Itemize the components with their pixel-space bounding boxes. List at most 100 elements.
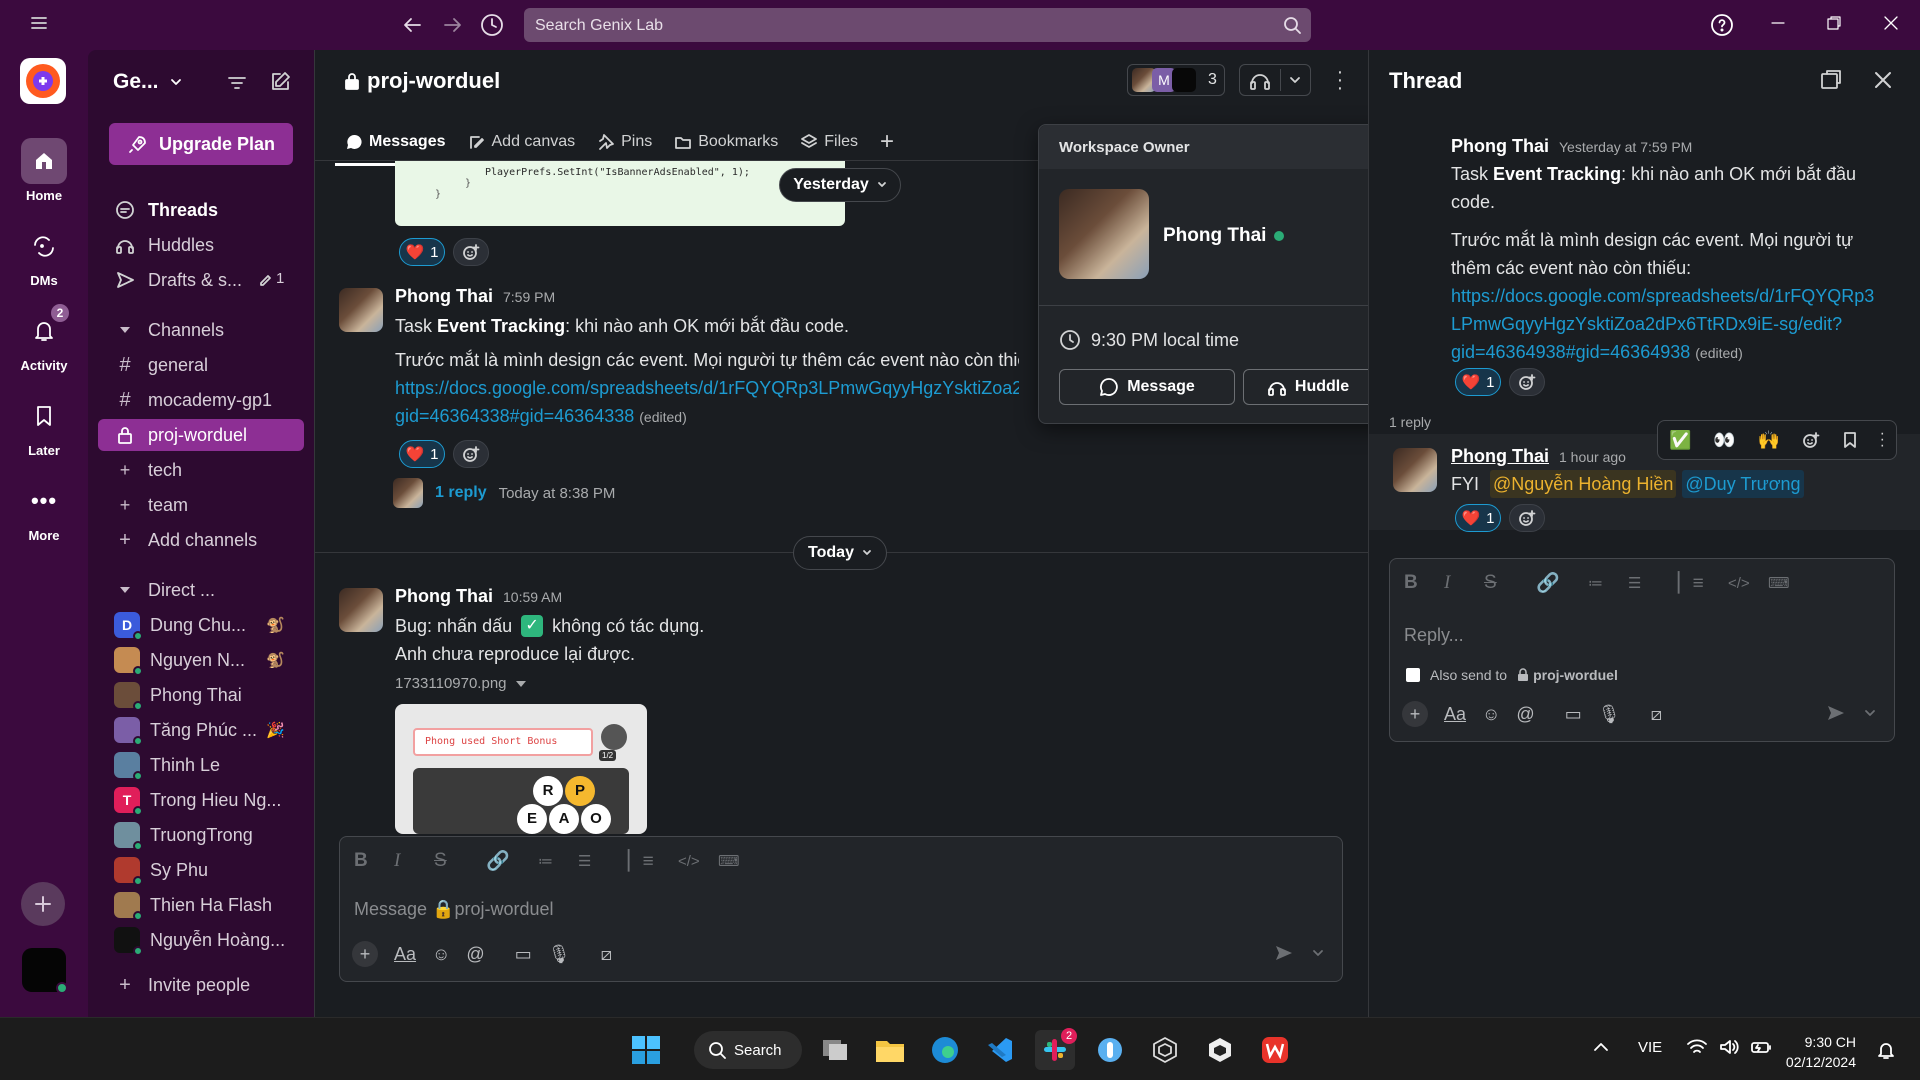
- emoji-add-icon[interactable]: [1802, 431, 1820, 449]
- mention-icon[interactable]: @: [466, 944, 484, 965]
- blockquote-icon[interactable]: ▏≡: [628, 850, 678, 873]
- bullet-list-icon[interactable]: ☰: [1628, 574, 1678, 592]
- text-format-icon[interactable]: Aa: [394, 944, 416, 965]
- help-icon[interactable]: [1710, 13, 1734, 37]
- italic-icon[interactable]: I: [1444, 572, 1484, 594]
- send-icon[interactable]: [1274, 943, 1294, 963]
- rail-dms[interactable]: DMs: [0, 223, 88, 288]
- windows-start-icon[interactable]: [626, 1030, 666, 1070]
- tab-files[interactable]: Files: [800, 133, 858, 151]
- chevron-down-icon[interactable]: [1312, 943, 1324, 963]
- close-thread-icon[interactable]: [1873, 70, 1893, 90]
- numbered-list-icon[interactable]: ≔: [538, 852, 578, 870]
- channel-title[interactable]: proj-worduel: [343, 68, 500, 94]
- also-send-checkbox[interactable]: [1406, 668, 1420, 682]
- reaction-heart[interactable]: ❤️ 1: [1455, 368, 1501, 396]
- unity-editor-icon[interactable]: [1200, 1030, 1240, 1070]
- wps-office-icon[interactable]: [1255, 1030, 1295, 1070]
- author-avatar[interactable]: [339, 288, 383, 332]
- spreadsheet-link[interactable]: https://docs.google.com/spreadsheets/d/1…: [1451, 282, 1874, 310]
- rail-home[interactable]: Home: [0, 138, 88, 203]
- italic-icon[interactable]: I: [394, 850, 434, 872]
- add-tab-plus-icon[interactable]: +: [880, 128, 894, 156]
- file-attachment-header[interactable]: 1733110970.png: [395, 675, 527, 692]
- kebab-menu-icon[interactable]: · · ·: [1333, 62, 1347, 98]
- author-avatar[interactable]: [339, 588, 383, 632]
- app-icon-blue[interactable]: [1090, 1030, 1130, 1070]
- sidebar-channel-proj-worduel[interactable]: proj-worduel: [98, 419, 304, 451]
- tab-messages[interactable]: Messages: [335, 133, 447, 166]
- link-icon[interactable]: 🔗: [486, 849, 538, 873]
- reaction-heart[interactable]: ❤️ 1: [399, 238, 445, 266]
- code-block-icon[interactable]: ⌨: [1768, 574, 1808, 592]
- raised-hands-reaction-icon[interactable]: 🙌: [1758, 430, 1780, 451]
- notifications-bell-icon[interactable]: [1876, 1040, 1896, 1060]
- strikethrough-icon[interactable]: S: [1484, 572, 1536, 594]
- compose-icon[interactable]: [268, 70, 292, 94]
- reply-author-avatar[interactable]: [1393, 448, 1437, 492]
- menu-icon[interactable]: [30, 14, 48, 32]
- add-reaction-button[interactable]: [1509, 504, 1545, 532]
- video-icon[interactable]: ▭: [1565, 704, 1582, 725]
- emoji-icon[interactable]: ☺: [1482, 704, 1500, 725]
- sidebar-dm-item[interactable]: Sy Phu: [98, 854, 304, 886]
- sidebar-dm-item[interactable]: TruongTrong: [98, 819, 304, 851]
- direct-messages-header[interactable]: Direct ...: [98, 574, 304, 606]
- attach-plus-icon[interactable]: +: [1402, 701, 1428, 727]
- sidebar-channel-team[interactable]: + team: [98, 489, 304, 521]
- tab-add-canvas[interactable]: Add canvas: [468, 133, 575, 151]
- bold-icon[interactable]: B: [354, 850, 394, 872]
- huddle-button[interactable]: [1239, 64, 1311, 96]
- message-time[interactable]: Yesterday at 7:59 PM: [1559, 139, 1692, 155]
- add-reaction-button[interactable]: [453, 238, 489, 266]
- code-snippet-image[interactable]: PlayerPrefs.SetInt("IsBannerAdsEnabled",…: [395, 161, 845, 226]
- emoji-icon[interactable]: ☺: [432, 944, 450, 965]
- sidebar-channel-mocademy[interactable]: # mocademy-gp1: [98, 384, 304, 416]
- profile-photo[interactable]: [1059, 189, 1149, 279]
- slack-taskbar-icon[interactable]: 2: [1035, 1028, 1077, 1070]
- bullet-list-icon[interactable]: ☰: [578, 852, 628, 870]
- sidebar-channel-tech[interactable]: + tech: [98, 454, 304, 486]
- workspace-logo[interactable]: [20, 58, 66, 104]
- tab-bookmarks[interactable]: Bookmarks: [674, 133, 778, 151]
- rail-more[interactable]: ••• More: [0, 478, 88, 543]
- chevron-down-icon[interactable]: [1864, 703, 1876, 723]
- taskbar-search[interactable]: Search: [694, 1031, 802, 1069]
- thread-replies-bar[interactable]: 1 reply Today at 8:38 PM: [393, 478, 615, 508]
- open-in-window-icon[interactable]: [1819, 68, 1843, 92]
- history-icon[interactable]: [479, 12, 505, 38]
- mention[interactable]: @Duy Trương: [1682, 470, 1804, 498]
- sidebar-dm-item[interactable]: Thinh Le: [98, 749, 304, 781]
- unity-hub-icon[interactable]: [1145, 1030, 1185, 1070]
- add-channels-button[interactable]: + Add channels: [98, 524, 304, 556]
- sidebar-item-threads[interactable]: Threads: [98, 194, 304, 226]
- author-name[interactable]: Phong Thai: [1451, 136, 1549, 157]
- restore-icon[interactable]: [1826, 15, 1842, 31]
- author-name[interactable]: Phong Thai: [395, 286, 493, 307]
- link-icon[interactable]: 🔗: [1536, 571, 1588, 595]
- add-workspace-icon[interactable]: [21, 882, 65, 926]
- channels-section-header[interactable]: Channels: [98, 314, 304, 346]
- spreadsheet-link[interactable]: gid=46364338#gid=46364338: [395, 406, 634, 426]
- rail-activity[interactable]: 2 Activity: [0, 304, 88, 373]
- file-explorer-icon[interactable]: [870, 1030, 910, 1070]
- sidebar-dm-item[interactable]: Phong Thai: [98, 679, 304, 711]
- message-time[interactable]: 10:59 AM: [503, 589, 562, 605]
- author-name[interactable]: Phong Thai: [1451, 446, 1549, 467]
- edge-browser-icon[interactable]: [925, 1030, 965, 1070]
- reaction-heart[interactable]: ❤️ 1: [1455, 504, 1501, 532]
- message-time[interactable]: 7:59 PM: [503, 289, 555, 305]
- message-composer[interactable]: B I S 🔗 ≔ ☰ ▏≡ </> ⌨ Message 🔒proj-wordu…: [339, 836, 1343, 982]
- spreadsheet-link[interactable]: LPmwGqyyHgzYsktiZoa2dPx6TtRDx9iE-sg/edit…: [1451, 310, 1842, 338]
- reply-placeholder[interactable]: Reply...: [1404, 625, 1464, 646]
- add-reaction-button[interactable]: [453, 440, 489, 468]
- workspace-switcher[interactable]: Ge...: [113, 70, 183, 94]
- attach-plus-icon[interactable]: +: [352, 941, 378, 967]
- back-arrow-icon[interactable]: [400, 13, 424, 37]
- system-tray[interactable]: [1686, 1037, 1772, 1057]
- close-window-icon[interactable]: [1883, 15, 1899, 31]
- sidebar-dm-item[interactable]: Thien Ha Flash: [98, 889, 304, 921]
- shortcuts-icon[interactable]: ⧄: [1651, 704, 1662, 725]
- rail-later[interactable]: Later: [0, 393, 88, 458]
- invite-people-button[interactable]: + Invite people: [98, 969, 304, 1001]
